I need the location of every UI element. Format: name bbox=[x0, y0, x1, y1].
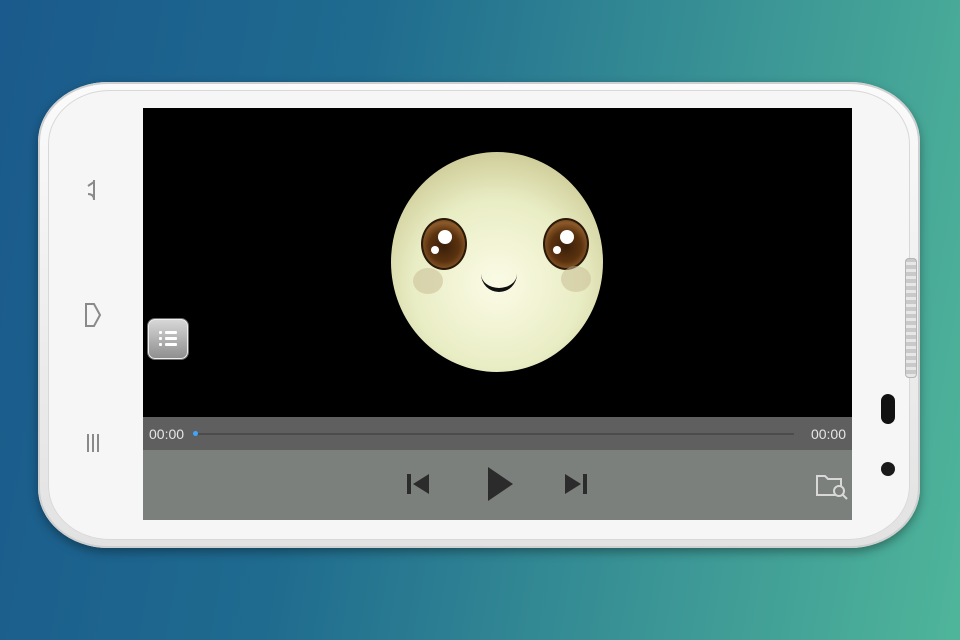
recent-apps-icon[interactable] bbox=[85, 432, 101, 460]
camera-icon bbox=[881, 394, 895, 424]
folder-search-icon[interactable] bbox=[815, 470, 849, 500]
right-cheek bbox=[561, 266, 591, 292]
sensor-icon bbox=[881, 462, 895, 476]
seek-knob[interactable] bbox=[193, 431, 198, 436]
skip-next-icon[interactable] bbox=[563, 470, 589, 498]
right-eye bbox=[543, 218, 589, 270]
side-volume-button bbox=[905, 258, 917, 378]
play-icon[interactable] bbox=[484, 464, 516, 504]
left-eye bbox=[421, 218, 467, 270]
duration-time: 00:00 bbox=[810, 426, 846, 442]
list-menu-icon[interactable] bbox=[147, 318, 189, 360]
left-cheek bbox=[413, 268, 443, 294]
back-icon[interactable] bbox=[82, 176, 102, 208]
skip-previous-icon[interactable] bbox=[405, 470, 431, 498]
time-bar: 00:00 00:00 bbox=[143, 417, 852, 450]
smiley-face-image bbox=[391, 152, 603, 372]
player-screen: 00:00 00:00 bbox=[143, 108, 852, 520]
control-bar bbox=[143, 450, 852, 520]
current-time: 00:00 bbox=[149, 426, 185, 442]
video-view[interactable] bbox=[143, 108, 852, 417]
smile-mouth bbox=[481, 270, 517, 292]
home-icon[interactable] bbox=[84, 302, 102, 334]
seek-bar[interactable] bbox=[193, 431, 794, 436]
